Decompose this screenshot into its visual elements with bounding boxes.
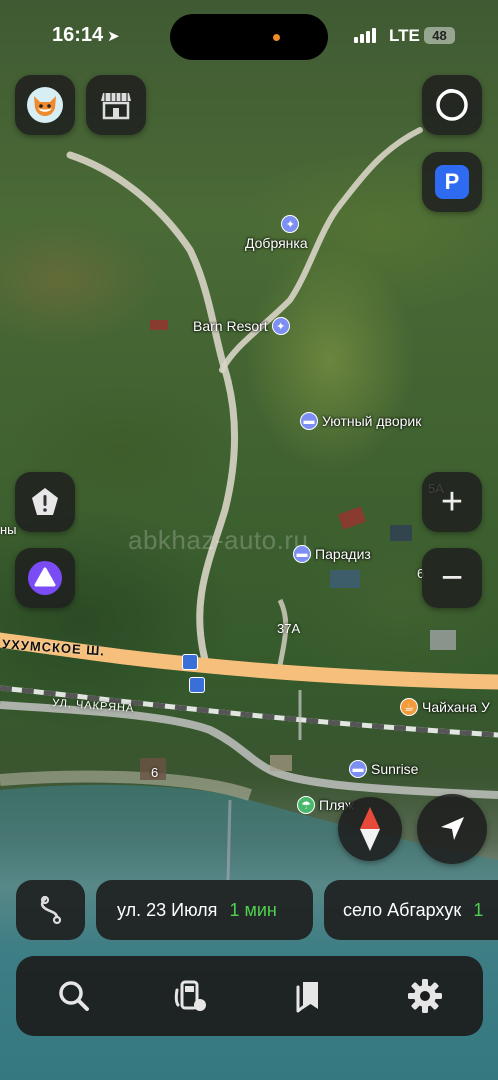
zoom-out-button[interactable]: − xyxy=(422,548,482,608)
hotel-bed-icon: ▬ xyxy=(349,760,367,778)
route-time-label: 1 xyxy=(473,899,484,920)
navigation-arrow-icon xyxy=(441,817,464,840)
hotel-bed-icon: ▬ xyxy=(300,412,318,430)
minus-icon: − xyxy=(440,557,464,599)
zoom-in-button[interactable]: + xyxy=(422,472,482,532)
bookmarks-icon xyxy=(296,982,318,1013)
status-time: 16:14 ➤ xyxy=(52,24,120,47)
status-bar: 16:14 ➤ LTE 48 xyxy=(0,0,498,72)
map-edge-label: ны xyxy=(0,522,17,537)
poi-paradiz[interactable]: ▬ Парадиз xyxy=(293,545,371,563)
poi-sunrise[interactable]: ▬ Sunrise xyxy=(349,760,418,778)
search-icon xyxy=(59,981,90,1011)
poi-label: Sunrise xyxy=(371,761,419,777)
gear-icon xyxy=(407,979,442,1013)
route-chip-street[interactable]: ул. 23 Июля 1 мин xyxy=(96,880,313,940)
house-number: 6 xyxy=(151,765,159,780)
beach-umbrella-icon: ✦ xyxy=(281,215,300,233)
poi-dobryanka[interactable]: ✦ Добрянка xyxy=(245,215,308,251)
fox-avatar-icon xyxy=(27,87,63,123)
road-events-button[interactable] xyxy=(15,472,75,532)
poi-label: Barn Resort xyxy=(193,318,268,334)
parking-button[interactable]: P xyxy=(422,152,482,212)
house-number: 37А xyxy=(277,621,301,636)
compass-button[interactable] xyxy=(338,797,402,861)
alice-assistant-button[interactable] xyxy=(15,548,75,608)
route-settings-button[interactable] xyxy=(16,880,85,940)
route-street-label: ул. 23 Июля xyxy=(117,899,218,920)
alice-icon xyxy=(28,561,62,595)
route-village-label: село Абгархук xyxy=(343,899,462,920)
search-tab[interactable] xyxy=(44,966,104,1026)
plus-icon: + xyxy=(440,481,464,523)
poi-barn-resort[interactable]: Barn Resort ✦ xyxy=(193,317,290,335)
settings-tab[interactable] xyxy=(395,966,455,1026)
poi-label: Чайхана У xyxy=(422,699,490,715)
battery-indicator: 48 xyxy=(424,27,455,44)
map-layers-button[interactable] xyxy=(422,75,482,135)
poi-chaykhana[interactable]: ☕ Чайхана У xyxy=(400,698,490,716)
network-type: LTE xyxy=(389,26,420,45)
route-time-label: 1 мин xyxy=(229,899,277,920)
beach-icon: ☂ xyxy=(297,796,315,814)
clock-text: 16:14 xyxy=(52,24,104,46)
bus-stop-icon[interactable] xyxy=(182,654,198,670)
fuel-station-icon xyxy=(174,980,207,1011)
cafe-cup-icon: ☕ xyxy=(400,698,418,716)
bookmarks-tab[interactable] xyxy=(278,966,338,1026)
location-arrow-icon: ➤ xyxy=(107,28,120,45)
poi-label: Парадиз xyxy=(315,546,371,562)
compass-icon xyxy=(360,807,380,851)
warning-icon xyxy=(32,488,58,515)
poi-label: Добрянка xyxy=(245,235,308,251)
dynamic-island xyxy=(170,14,328,60)
shops-button[interactable] xyxy=(86,75,146,135)
beach-umbrella-icon: ✦ xyxy=(271,317,290,335)
bottom-tab-bar xyxy=(16,956,483,1036)
fuel-tab[interactable] xyxy=(161,966,221,1026)
map-layers-icon xyxy=(436,88,468,121)
poi-label: Уютный дворик xyxy=(322,413,422,429)
storefront-icon xyxy=(101,93,131,120)
route-swap-icon xyxy=(40,895,61,925)
bus-stop-icon[interactable] xyxy=(189,677,205,693)
recording-dot-icon xyxy=(273,34,280,41)
profile-button[interactable] xyxy=(15,75,75,135)
my-location-button[interactable] xyxy=(417,794,487,864)
signal-bars-icon xyxy=(354,28,376,43)
watermark-text: abkhaz-auto.ru xyxy=(128,525,309,555)
route-chip-village[interactable]: село Абгархук 1 xyxy=(324,880,498,940)
poi-uyutny-dvorik[interactable]: ▬ Уютный дворик xyxy=(300,412,421,430)
parking-icon: P xyxy=(435,165,469,199)
hotel-bed-icon: ▬ xyxy=(293,545,311,563)
